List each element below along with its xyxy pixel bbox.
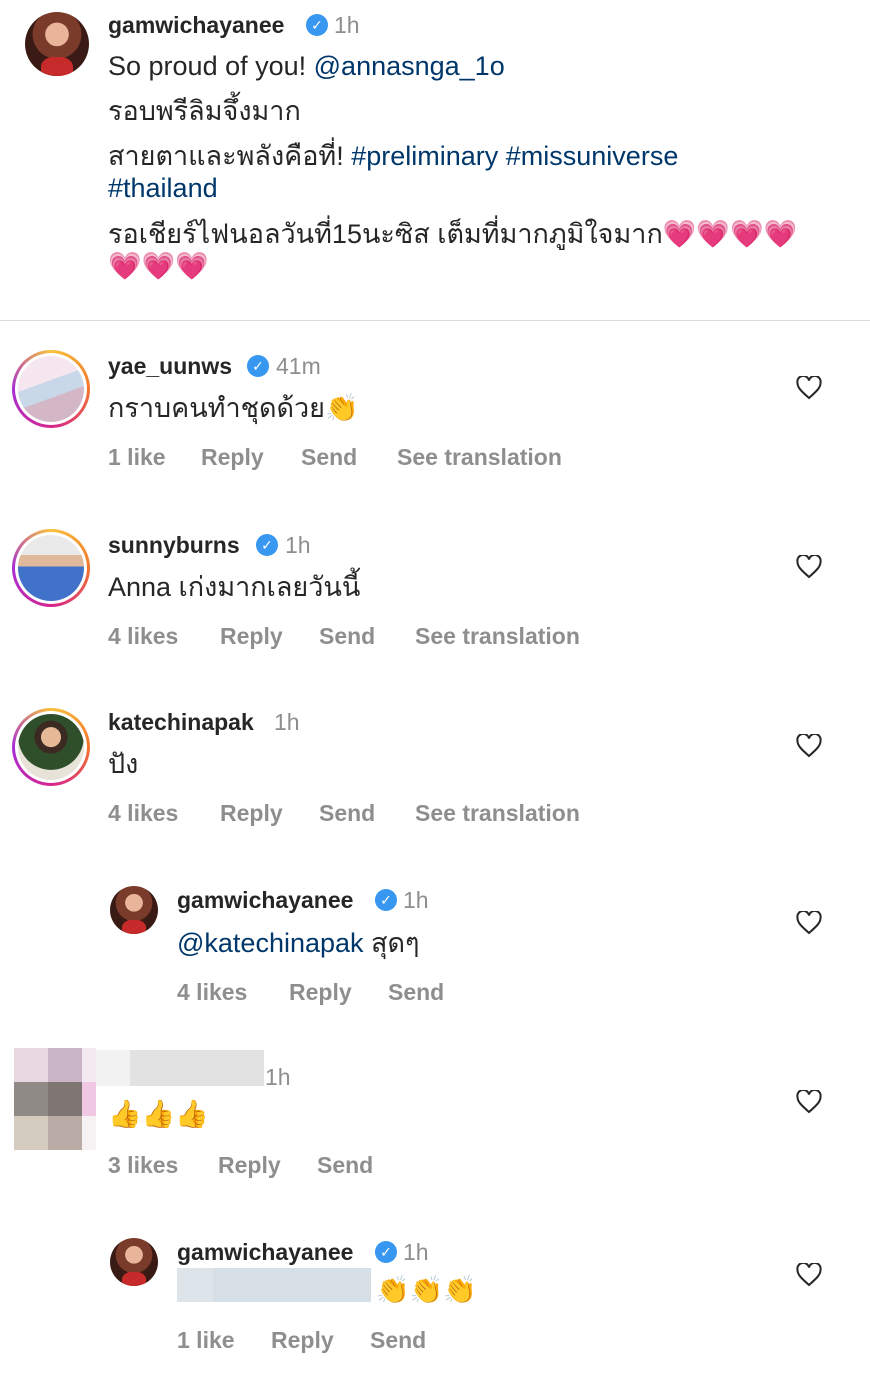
comment-username[interactable]: gamwichayanee	[177, 887, 353, 914]
reply-button[interactable]: Reply	[220, 800, 283, 827]
reply-button[interactable]: Reply	[289, 979, 352, 1006]
likes-count[interactable]: 4 likes	[177, 979, 247, 1006]
verified-icon: ✓	[306, 14, 328, 36]
hashtag-links[interactable]: #preliminary #missuniverse	[351, 141, 678, 171]
see-translation-button[interactable]: See translation	[415, 800, 580, 827]
likes-count[interactable]: 3 likes	[108, 1152, 178, 1179]
caption-line-3: สายตาและพลังคือที่! #preliminary #missun…	[108, 140, 678, 172]
send-button[interactable]: Send	[370, 1327, 426, 1354]
comment-time: 1h	[274, 709, 300, 735]
reply-button[interactable]: Reply	[218, 1152, 281, 1179]
see-translation-button[interactable]: See translation	[415, 623, 580, 650]
send-button[interactable]: Send	[317, 1152, 373, 1179]
caption-line-2: รอบพรีลิมจึ้งมาก	[108, 96, 301, 126]
comment-text: กราบคนทำชุดด้วย👏	[108, 393, 359, 423]
avatar	[18, 535, 84, 601]
heart-emoji: 💗💗💗	[108, 251, 209, 281]
reply-button[interactable]: Reply	[220, 623, 283, 650]
caption-text: รอเชียร์ไฟนอลวันที่15นะซิส เต็มที่มากภูม…	[108, 219, 663, 249]
caption-text: สายตาและพลังคือที่!	[108, 141, 352, 171]
verified-icon: ✓	[247, 355, 269, 377]
blurred-avatar[interactable]	[14, 1048, 96, 1150]
comment-time: 1h	[403, 887, 429, 913]
comment-username[interactable]: katechinapak	[108, 709, 254, 736]
author-avatar[interactable]	[110, 1238, 158, 1286]
comment-username[interactable]: gamwichayanee	[177, 1239, 353, 1266]
reply-button[interactable]: Reply	[271, 1327, 334, 1354]
comment-time: 41m	[276, 353, 321, 379]
author-avatar[interactable]	[25, 12, 89, 76]
caption-line-5: รอเชียร์ไฟนอลวันที่15นะซิส เต็มที่มากภูม…	[108, 218, 797, 250]
heart-icon[interactable]	[796, 911, 822, 935]
story-ring-avatar[interactable]	[12, 350, 90, 428]
heart-icon[interactable]	[796, 376, 822, 400]
reply-button[interactable]: Reply	[201, 444, 264, 471]
verified-icon: ✓	[256, 534, 278, 556]
mention-link[interactable]: @katechinapak	[177, 928, 364, 958]
story-ring-avatar[interactable]	[12, 708, 90, 786]
likes-count[interactable]: 1 like	[108, 444, 166, 471]
comment-text: 👍👍👍	[108, 1099, 209, 1129]
divider	[0, 320, 870, 321]
caption-time: 1h	[334, 12, 360, 38]
avatar	[18, 714, 84, 780]
avatar	[18, 356, 84, 422]
comment-body: สุดๆ	[363, 928, 420, 958]
caption-text: So proud of you!	[108, 51, 314, 81]
send-button[interactable]: Send	[319, 800, 375, 827]
heart-icon[interactable]	[796, 1090, 822, 1114]
comment-text: 👏👏👏	[376, 1275, 477, 1305]
likes-count[interactable]: 4 likes	[108, 800, 178, 827]
see-translation-button[interactable]: See translation	[397, 444, 562, 471]
comment-text: @katechinapak สุดๆ	[177, 927, 420, 959]
comment-text: ปัง	[108, 749, 139, 779]
heart-icon[interactable]	[796, 1263, 822, 1287]
heart-icon[interactable]	[796, 555, 822, 579]
story-ring-avatar[interactable]	[12, 529, 90, 607]
author-avatar[interactable]	[110, 886, 158, 934]
comment-text: Anna เก่งมากเลยวันนี้	[108, 572, 361, 602]
blurred-username[interactable]	[96, 1050, 264, 1086]
blurred-mention[interactable]	[177, 1268, 371, 1302]
send-button[interactable]: Send	[388, 979, 444, 1006]
hashtag-link[interactable]: #thailand	[108, 172, 218, 204]
mention-link[interactable]: @annasnga_1o	[314, 51, 505, 81]
send-button[interactable]: Send	[301, 444, 357, 471]
comment-time: 1h	[403, 1239, 429, 1265]
likes-count[interactable]: 1 like	[177, 1327, 235, 1354]
comment-username[interactable]: sunnyburns	[108, 532, 240, 559]
caption-username[interactable]: gamwichayanee	[108, 12, 284, 39]
verified-icon: ✓	[375, 1241, 397, 1263]
verified-icon: ✓	[375, 889, 397, 911]
heart-emoji: 💗💗💗💗	[662, 219, 798, 249]
heart-icon[interactable]	[796, 734, 822, 758]
likes-count[interactable]: 4 likes	[108, 623, 178, 650]
comment-username[interactable]: yae_uunws	[108, 353, 232, 380]
comment-time: 1h	[265, 1064, 291, 1090]
caption-line-1: So proud of you! @annasnga_1o	[108, 50, 505, 82]
comment-time: 1h	[285, 532, 311, 558]
send-button[interactable]: Send	[319, 623, 375, 650]
